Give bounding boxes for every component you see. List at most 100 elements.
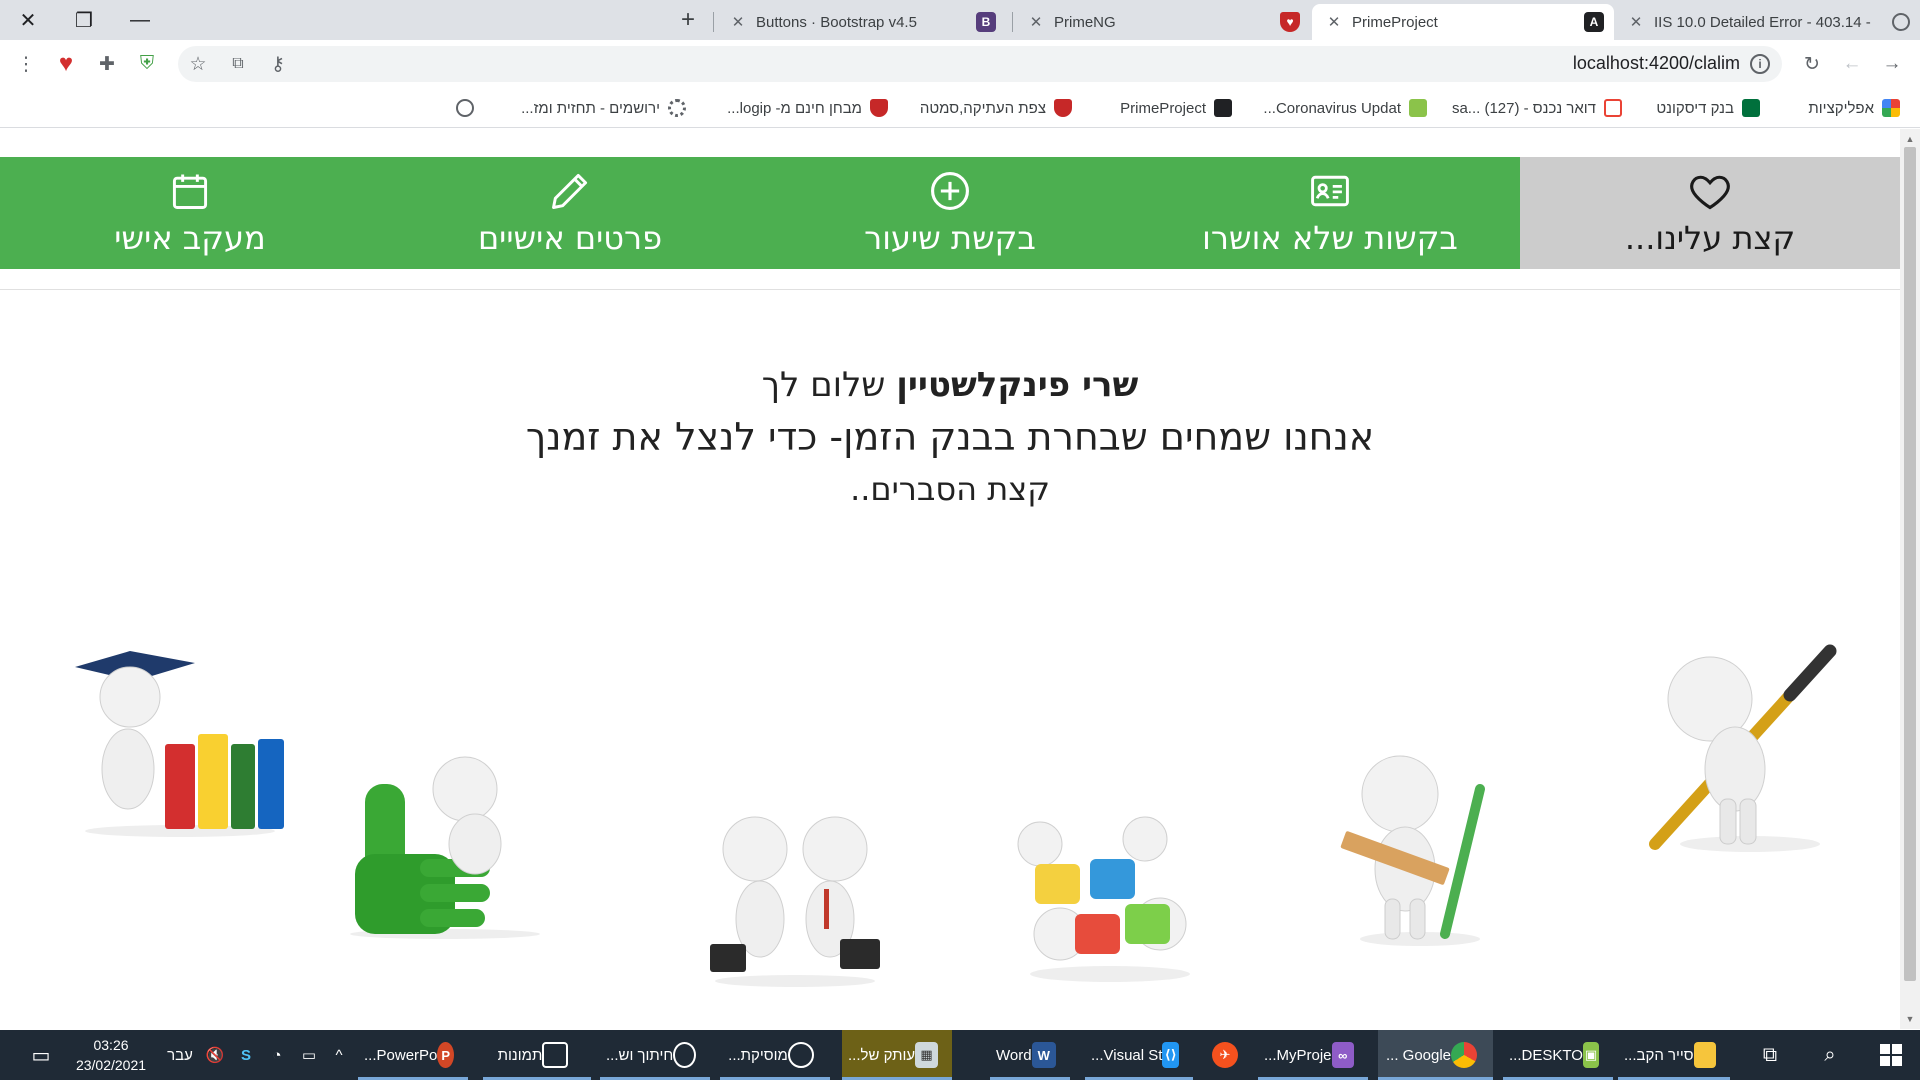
main-nav: קצת עלינו... בקשות שלא אושרו בקשת שיעור … [0,157,1900,269]
scroll-thumb[interactable] [1904,147,1916,981]
bookmark-coronavirus[interactable]: Coronavirus Updat... [1263,96,1427,120]
calendar-icon [172,174,208,209]
bookmark-star-icon[interactable]: ☆ [182,48,214,80]
bookmark-apps[interactable]: אפליקציות [1808,96,1900,120]
bookmark-logip[interactable]: מבחן חינם מ- logip... [727,96,888,120]
snip-icon [673,1042,696,1068]
window-close-button[interactable]: ✕ [0,0,56,40]
forward-icon[interactable]: ← [1836,48,1868,80]
taskbar-word[interactable]: W Word [990,1030,1070,1080]
heart-extension-icon[interactable]: ♥ [50,48,82,80]
nav-lesson-request[interactable]: בקשת שיעור [760,157,1140,269]
globe-icon [1892,13,1910,31]
translate-icon[interactable]: ⧉ [222,48,254,80]
close-icon[interactable]: ✕ [1028,13,1044,31]
taskbar-remote-desktop[interactable]: ▣ DESKTO... [1503,1030,1613,1080]
explanations-line: קצת הסברים.. [850,470,1050,508]
vscode-icon: ⟨⟩ [1162,1042,1179,1068]
taskbar-visual-studio[interactable]: ∞ MyProje... [1258,1030,1368,1080]
clapperboard-icon: ▦ [915,1042,938,1068]
info-icon[interactable]: i [1750,54,1770,74]
photos-icon [542,1042,569,1068]
nav-personal-tracking[interactable]: מעקב אישי [0,157,380,269]
bookmark-globe[interactable] [448,96,474,120]
skype-icon[interactable]: S [232,1030,260,1080]
start-button[interactable] [1866,1030,1916,1080]
bookmarks-bar: אפליקציות בנק דיסקונט דואר נכנס - sa... … [0,88,1920,128]
url-text[interactable]: localhost:4200/clalim [1573,53,1740,74]
task-view-icon[interactable]: ⧉ [1748,1030,1792,1080]
taskbar-photos[interactable]: תמונות [483,1030,591,1080]
postman-icon: ✈ [1212,1042,1238,1068]
tab-primeproject[interactable]: ✕ PrimeProject A [1312,4,1614,40]
scroll-up-icon[interactable]: ▲ [1904,133,1916,145]
browser-toolbar: ⋮ ♥ ✚ ⛨ ☆ ⧉ ⚷ localhost:4200/clalim i ↻ … [0,40,1920,88]
tray-expand-icon[interactable]: ^ [326,1030,352,1080]
volume-icon[interactable]: 🔇 [200,1030,230,1080]
tab-primeng[interactable]: ✕ PrimeNG ♥ [1014,4,1310,40]
globe-icon [456,99,474,117]
back-icon[interactable]: → [1876,48,1908,80]
gmail-icon [1604,99,1622,117]
figures-handshake-image [710,816,880,987]
wifi-icon[interactable]: ◔ [262,1030,292,1080]
apps-grid-icon [1882,99,1900,117]
bookmark-safed[interactable]: צפת העתיקה,סמטה [920,96,1072,120]
taskbar-powerpoint[interactable]: P PowerPo... [358,1030,468,1080]
address-bar[interactable]: ☆ ⧉ ⚷ localhost:4200/clalim i [178,46,1782,82]
desktop-icon: ▣ [1582,1042,1599,1068]
figure-graduate-books-image [75,651,284,837]
bank-icon [1742,99,1760,117]
id-card-icon [1311,175,1349,207]
pencil-icon [552,173,588,209]
gear-icon [668,99,686,117]
w-icon [1409,99,1427,117]
notifications-icon[interactable]: ▭ [16,1030,66,1080]
user-name: שרי פינקלשטיין [896,365,1139,405]
scroll-down-icon[interactable]: ▼ [1904,1013,1916,1025]
nav-about-us[interactable]: קצת עלינו... [1520,157,1900,269]
language-indicator[interactable]: עבר [160,1030,200,1080]
folder-icon [1693,1042,1716,1068]
bookmark-weather[interactable]: ירושמים - תחזית ומז... [521,96,686,120]
taskbar-video-editor[interactable]: ▦ עותק של... [842,1030,952,1080]
greeting-hello-line: שרי פינקלשטיין שלום לך [761,365,1139,405]
windows-taskbar: ▭ 03:26 23/02/2021 עבר 🔇 S ◔ ▭ ^ P Power… [0,1030,1920,1080]
reload-icon[interactable]: ↻ [1796,48,1828,80]
taskbar-vscode[interactable]: ⟨⟩ Visual St... [1085,1030,1193,1080]
bookmark-discount-bank[interactable]: בנק דיסקונט [1656,96,1760,120]
menu-dots-icon[interactable]: ⋮ [10,48,42,80]
puzzle-extensions-icon[interactable]: ✚ [91,48,123,80]
close-icon[interactable]: ✕ [1628,13,1644,31]
bookmark-gmail[interactable]: דואר נכנס - sa... (127) [1452,96,1622,120]
battery-icon[interactable]: ▭ [294,1030,324,1080]
nav-personal-details[interactable]: פרטים אישיים [380,157,760,269]
figure-with-pen-image [1649,644,1837,852]
taskbar-file-explorer[interactable]: סייר הקב... [1618,1030,1730,1080]
shield-icon: ♥ [1280,12,1300,32]
window-restore-button[interactable]: ❐ [56,0,112,40]
key-icon[interactable]: ⚷ [262,48,294,80]
welcome-line: אנחנו שמחים שבחרת בבנק הזמן- כדי לנצל את… [525,415,1375,459]
angular-icon [1214,99,1232,117]
nav-unapproved-requests[interactable]: בקשות שלא אושרו [1140,157,1520,269]
close-icon[interactable]: ✕ [730,13,746,31]
taskbar-postman[interactable]: ✈ [1205,1030,1245,1080]
new-tab-button[interactable]: + [672,4,704,36]
system-clock[interactable]: 03:26 23/02/2021 [66,1030,156,1080]
bookmark-primeproject[interactable]: PrimeProject [1120,96,1232,120]
figures-puzzle-image [1017,816,1190,982]
window-minimize-button[interactable]: — [112,0,168,40]
taskbar-music[interactable]: מוסיקת... [720,1030,830,1080]
plus-circle-icon [931,172,969,210]
search-icon[interactable]: ⌕ [1808,1030,1852,1080]
close-icon[interactable]: ✕ [1326,13,1342,31]
music-icon [787,1042,814,1068]
taskbar-chrome[interactable]: Google ... [1378,1030,1493,1080]
tab-iis-error[interactable]: ✕ IIS 10.0 Detailed Error - 403.14 - [1614,4,1920,40]
page-content: קצת עלינו... בקשות שלא אושרו בקשת שיעור … [0,129,1900,1029]
tab-bootstrap[interactable]: ✕ Buttons · Bootstrap v4.5 B [716,4,1006,40]
shield-check-icon[interactable]: ⛨ [131,48,163,80]
taskbar-snip[interactable]: חיתוך וש... [600,1030,710,1080]
page-scrollbar[interactable]: ▲ ▼ [1900,129,1920,1029]
